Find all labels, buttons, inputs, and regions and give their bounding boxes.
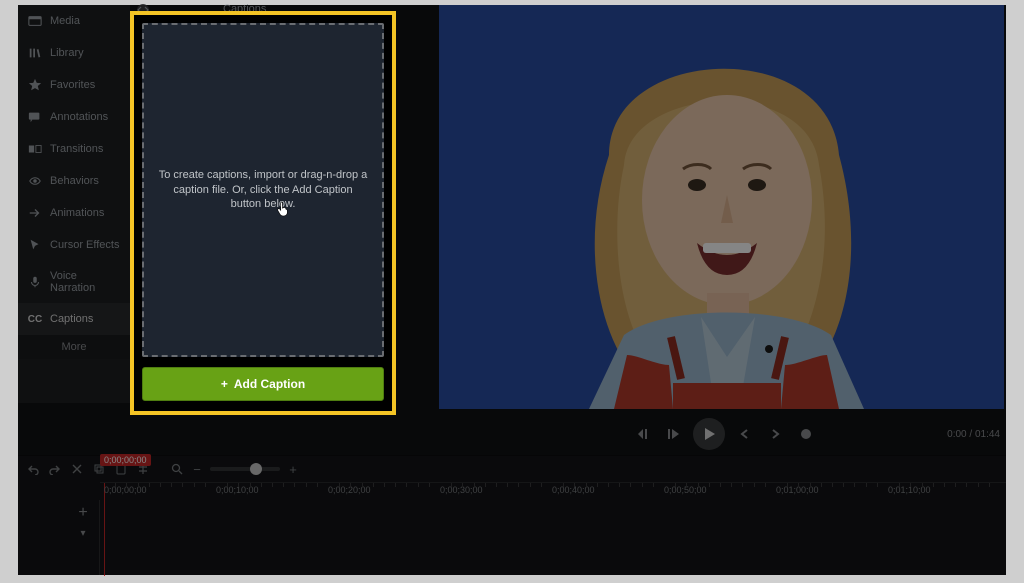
sidebar-item-annotations[interactable]: Annotations: [18, 101, 130, 133]
zoom-search-icon: [170, 462, 184, 476]
star-icon: [28, 78, 42, 92]
mic-icon: [28, 275, 42, 289]
sidebar-item-label: Media: [50, 15, 80, 27]
ruler-tick: 0;00;50;00: [664, 485, 707, 495]
sidebar-item-behaviors[interactable]: Behaviors: [18, 165, 130, 197]
timeline-tracks[interactable]: + ▾: [18, 500, 1006, 575]
undo-button[interactable]: [26, 462, 40, 476]
sidebar-item-captions[interactable]: CC Captions: [18, 303, 130, 335]
sidebar-item-cursor-effects[interactable]: Cursor Effects: [18, 229, 130, 261]
ruler-tick: 0;01;10;00: [888, 485, 931, 495]
prev-marker-button[interactable]: [735, 424, 755, 444]
ruler-tick: 0;00;30;00: [440, 485, 483, 495]
sidebar-more[interactable]: More: [18, 335, 130, 359]
play-button[interactable]: [693, 418, 725, 450]
drop-zone-text: To create captions, import or drag-n-dro…: [144, 168, 382, 213]
sidebar-item-label: Voice Narration: [50, 270, 122, 294]
timeline-ruler[interactable]: 0;00;00;00 0;00;10;00 0;00;20;00 0;00;30;00…: [100, 482, 1006, 500]
player-time: 0:00 / 01:44: [947, 429, 1000, 440]
player-controls: 0:00 / 01:44: [439, 417, 1004, 451]
sidebar-item-voice-narration[interactable]: Voice Narration: [18, 261, 130, 303]
library-icon: [28, 46, 42, 60]
sidebar-item-label: Transitions: [50, 143, 103, 155]
sidebar-item-animations[interactable]: Animations: [18, 197, 130, 229]
collapse-track-button[interactable]: ▾: [80, 528, 85, 539]
ruler-tick: 0;00;00;00: [104, 485, 147, 495]
zoom-in-button[interactable]: +: [286, 462, 300, 476]
cursor-icon: [28, 238, 42, 252]
add-caption-label: Add Caption: [234, 377, 305, 391]
video-preview[interactable]: [439, 5, 1004, 409]
record-indicator: [801, 429, 811, 439]
add-track-button[interactable]: +: [78, 504, 87, 522]
ruler-tick: 0;00;20;00: [328, 485, 371, 495]
sidebar: Media Library Favorites Annotations Tran…: [18, 5, 130, 403]
add-caption-button[interactable]: + Add Caption: [142, 367, 384, 401]
timeline-zoom: − +: [170, 462, 300, 476]
sidebar-item-label: Behaviors: [50, 175, 99, 187]
transitions-icon: [28, 142, 42, 156]
cut-button[interactable]: [70, 462, 84, 476]
cc-icon: CC: [28, 312, 42, 326]
plus-icon: +: [221, 377, 228, 391]
timeline-toolbar: − +: [18, 456, 1006, 482]
sidebar-item-label: Annotations: [50, 111, 108, 123]
playhead-timecode: 0;00;00;00: [100, 454, 151, 466]
sidebar-item-label: Captions: [50, 313, 93, 325]
sidebar-item-label: Favorites: [50, 79, 95, 91]
zoom-out-button[interactable]: −: [190, 462, 204, 476]
sidebar-item-library[interactable]: Library: [18, 37, 130, 69]
timeline: − + 0;00;00;00 0;00;00;000;00;10;000;00;…: [18, 455, 1006, 575]
annotations-icon: [28, 110, 42, 124]
prev-frame-button[interactable]: [633, 424, 653, 444]
sidebar-more-label: More: [61, 341, 86, 353]
sidebar-item-label: Cursor Effects: [50, 239, 120, 251]
time-current: 0:00: [947, 429, 966, 440]
ruler-tick: 0;00;40;00: [552, 485, 595, 495]
media-icon: [28, 14, 42, 28]
sidebar-item-label: Animations: [50, 207, 104, 219]
ruler-tick: 0;01;00;00: [776, 485, 819, 495]
step-back-button[interactable]: [663, 424, 683, 444]
redo-button[interactable]: [48, 462, 62, 476]
animations-icon: [28, 206, 42, 220]
behaviors-icon: [28, 174, 42, 188]
sidebar-item-favorites[interactable]: Favorites: [18, 69, 130, 101]
zoom-slider[interactable]: [210, 467, 280, 471]
next-marker-button[interactable]: [765, 424, 785, 444]
caption-drop-zone[interactable]: To create captions, import or drag-n-dro…: [142, 23, 384, 357]
captions-panel: To create captions, import or drag-n-dro…: [130, 11, 396, 415]
sidebar-item-media[interactable]: Media: [18, 5, 130, 37]
track-controls: + ▾: [70, 504, 96, 539]
time-total: 01:44: [975, 429, 1000, 440]
sidebar-item-transitions[interactable]: Transitions: [18, 133, 130, 165]
ruler-tick: 0;00;10;00: [216, 485, 259, 495]
sidebar-item-label: Library: [50, 47, 84, 59]
app-root: Media Library Favorites Annotations Tran…: [18, 5, 1006, 575]
